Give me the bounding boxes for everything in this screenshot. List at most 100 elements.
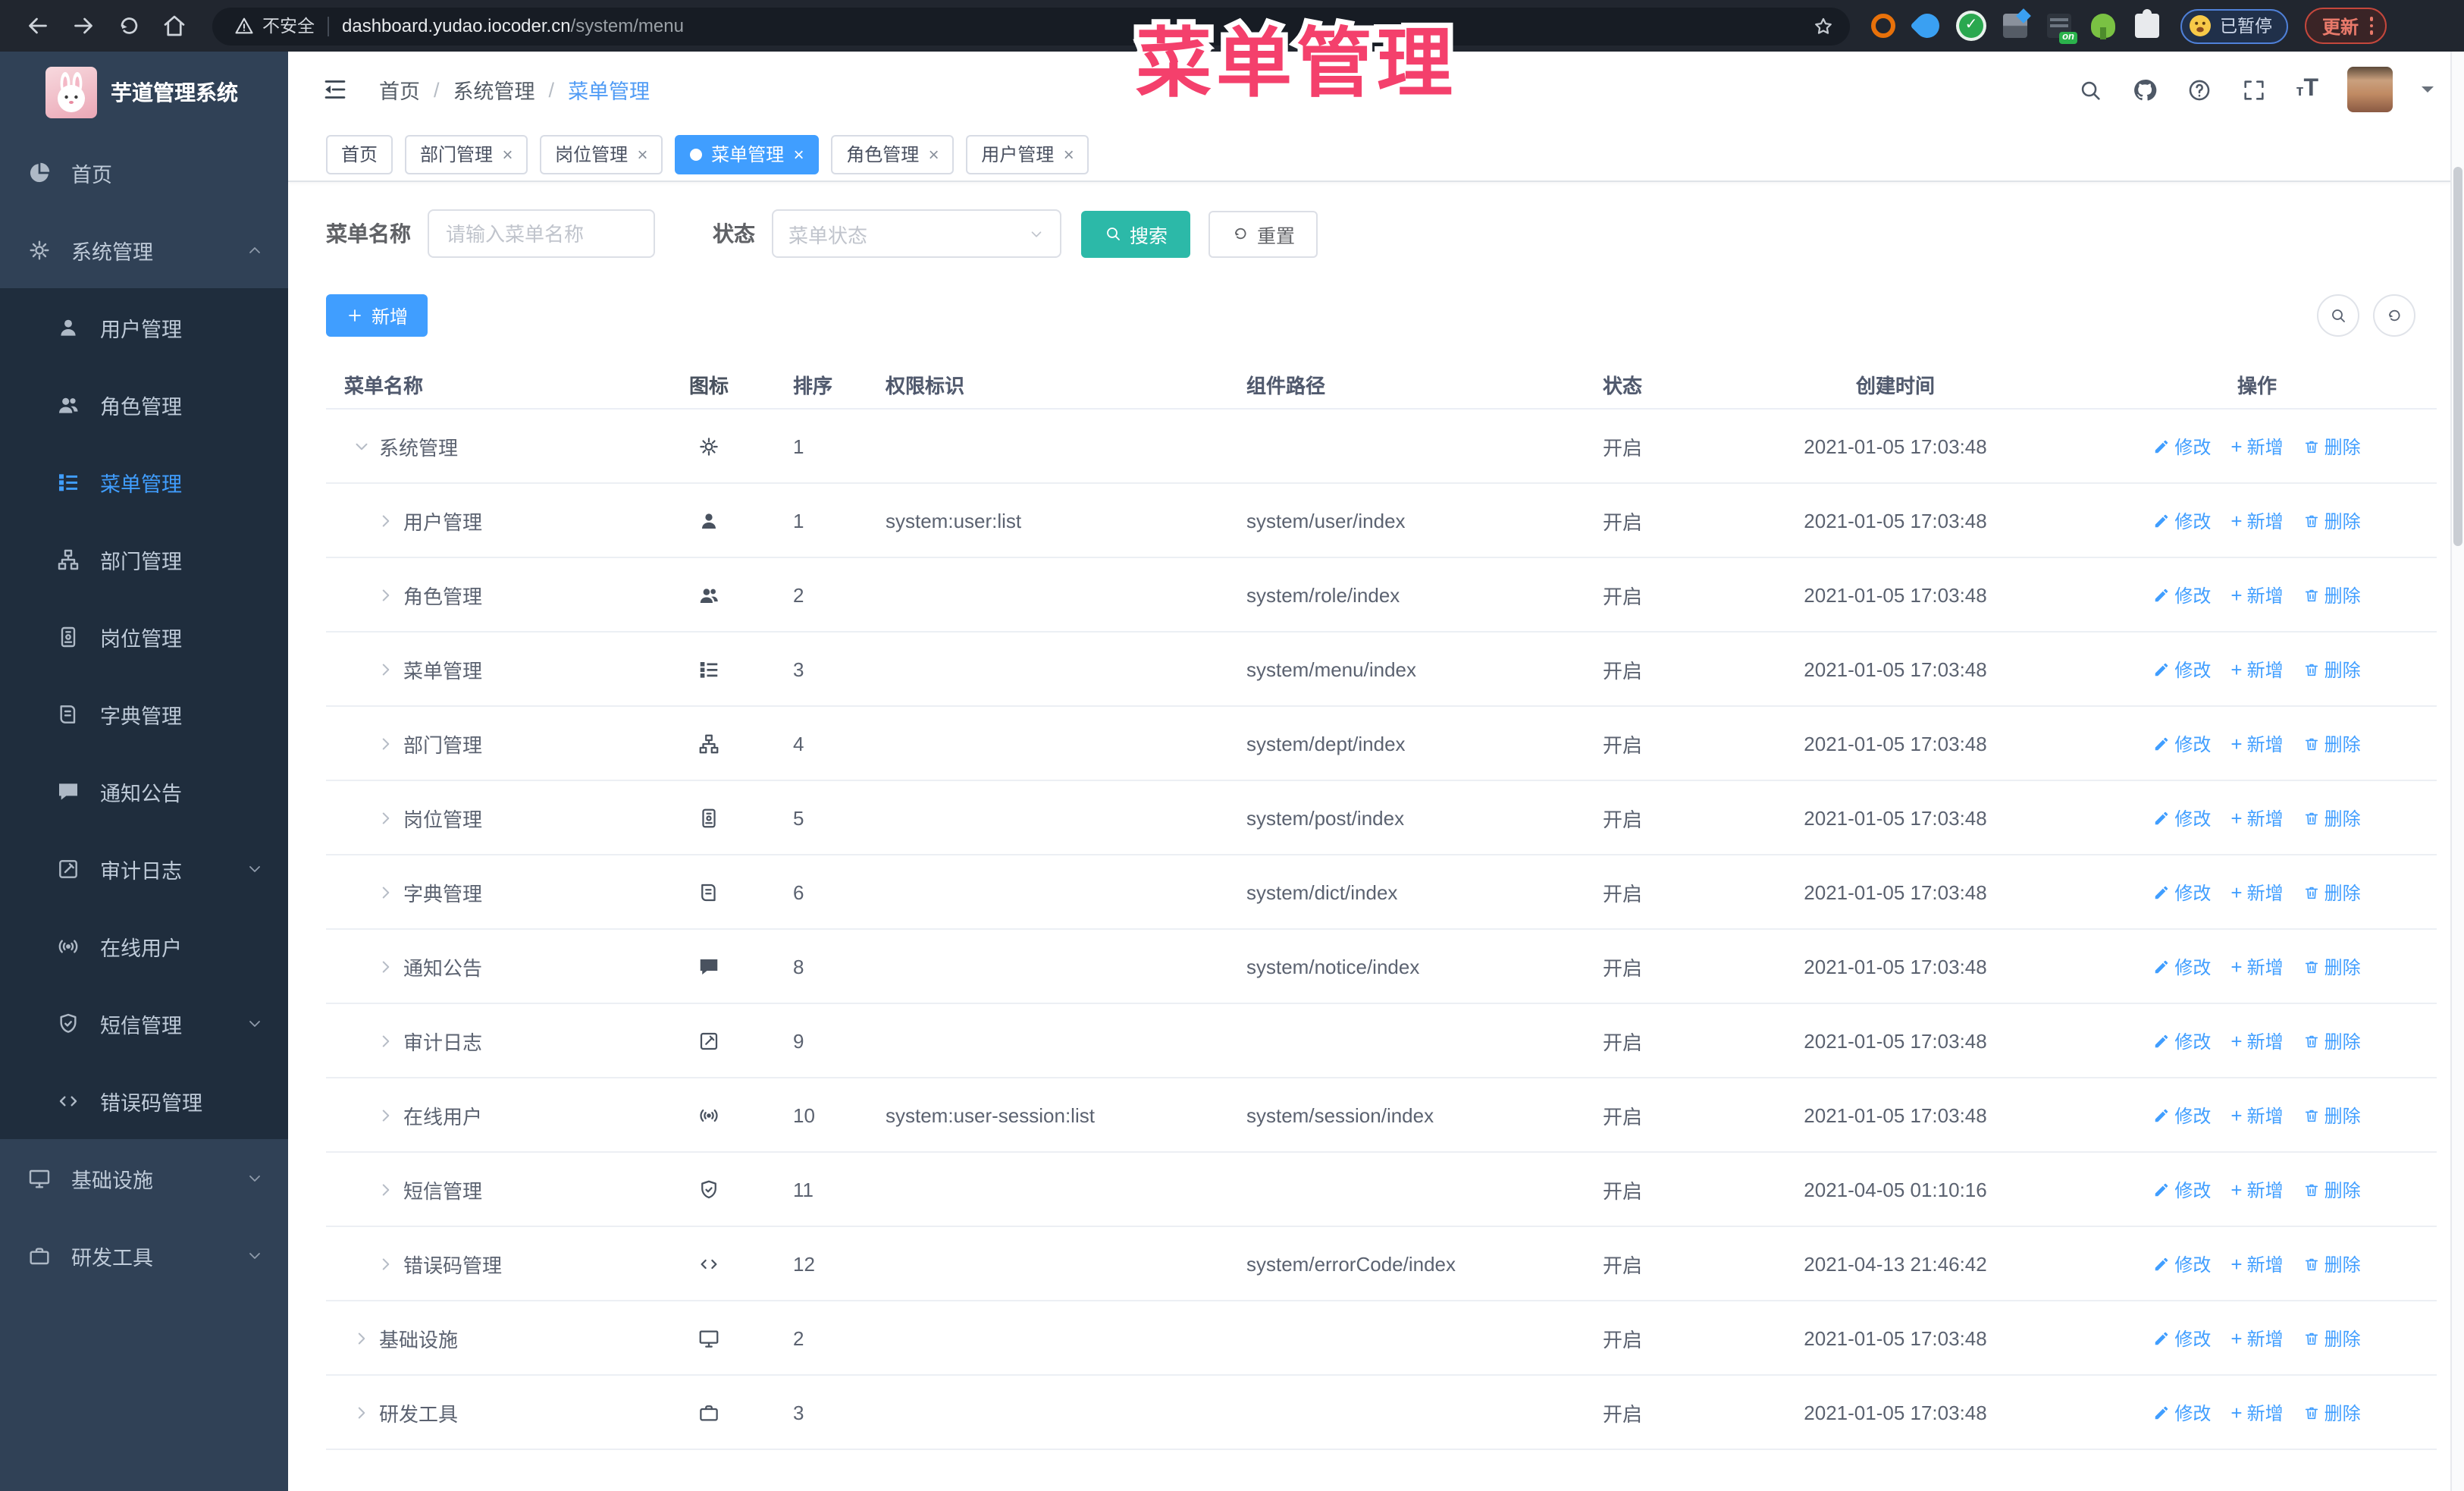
browser-menu-icon[interactable]	[2369, 17, 2374, 35]
home-icon[interactable]	[161, 12, 188, 39]
edit-link[interactable]: 修改	[2153, 1176, 2211, 1202]
expand-caret-icon[interactable]	[376, 1179, 396, 1199]
github-icon[interactable]	[2133, 77, 2158, 102]
search-button[interactable]: 搜索	[1081, 210, 1191, 257]
add-link[interactable]: + 新增	[2230, 1028, 2283, 1053]
close-icon[interactable]: ×	[502, 145, 513, 163]
sidebar-item-devtools[interactable]: 研发工具	[0, 1216, 288, 1294]
edit-link[interactable]: 修改	[2153, 1102, 2211, 1128]
add-link[interactable]: + 新增	[2230, 1325, 2283, 1351]
extension-green-check-icon[interactable]: ✓	[1959, 14, 1983, 38]
sidebar-item-home[interactable]: 首页	[0, 133, 288, 211]
extensions-puzzle-icon[interactable]	[2135, 9, 2159, 38]
add-link[interactable]: + 新增	[2230, 1251, 2283, 1276]
expand-caret-icon[interactable]	[376, 733, 396, 753]
add-link[interactable]: + 新增	[2230, 879, 2283, 905]
tab-dept[interactable]: 部门管理 ×	[405, 134, 528, 174]
forward-icon[interactable]	[70, 12, 97, 39]
avatar-caret-icon[interactable]	[2422, 86, 2434, 99]
delete-link[interactable]: 删除	[2303, 433, 2361, 459]
delete-link[interactable]: 删除	[2303, 879, 2361, 905]
delete-link[interactable]: 删除	[2303, 805, 2361, 830]
add-link[interactable]: + 新增	[2230, 730, 2283, 756]
edit-link[interactable]: 修改	[2153, 730, 2211, 756]
sidebar-item-online-users[interactable]: 在线用户	[0, 907, 288, 984]
sidebar-item-user-mgmt[interactable]: 用户管理	[0, 288, 288, 366]
expand-caret-icon[interactable]	[376, 808, 396, 827]
delete-link[interactable]: 删除	[2303, 1251, 2361, 1276]
tab-home[interactable]: 首页	[326, 134, 393, 174]
menu-name-input[interactable]	[428, 209, 655, 258]
extension-server-icon[interactable]: on	[2047, 14, 2077, 44]
edit-link[interactable]: 修改	[2153, 1325, 2211, 1351]
add-link[interactable]: + 新增	[2230, 507, 2283, 533]
edit-link[interactable]: 修改	[2153, 1251, 2211, 1276]
font-size-icon[interactable]: тT	[2296, 77, 2318, 102]
sidebar-item-dict-mgmt[interactable]: 字典管理	[0, 675, 288, 752]
refresh-table-button[interactable]	[2373, 294, 2415, 337]
expand-caret-icon[interactable]	[352, 1402, 371, 1422]
tab-menu[interactable]: 菜单管理 ×	[675, 134, 820, 174]
sidebar-item-infra[interactable]: 基础设施	[0, 1139, 288, 1216]
edit-link[interactable]: 修改	[2153, 1028, 2211, 1053]
profile-paused-badge[interactable]: 已暂停	[2180, 8, 2287, 43]
delete-link[interactable]: 删除	[2303, 1176, 2361, 1202]
delete-link[interactable]: 删除	[2303, 1325, 2361, 1351]
edit-link[interactable]: 修改	[2153, 953, 2211, 979]
expand-caret-icon[interactable]	[376, 1031, 396, 1050]
close-icon[interactable]: ×	[928, 145, 939, 163]
expand-caret-icon[interactable]	[352, 1328, 371, 1348]
avatar[interactable]	[2347, 67, 2393, 112]
add-link[interactable]: + 新增	[2230, 582, 2283, 607]
delete-link[interactable]: 删除	[2303, 953, 2361, 979]
delete-link[interactable]: 删除	[2303, 1399, 2361, 1425]
delete-link[interactable]: 删除	[2303, 507, 2361, 533]
reload-icon[interactable]	[115, 12, 143, 39]
delete-link[interactable]: 删除	[2303, 730, 2361, 756]
add-link[interactable]: + 新增	[2230, 1176, 2283, 1202]
search-icon[interactable]	[2078, 77, 2104, 102]
expand-caret-icon[interactable]	[376, 1254, 396, 1273]
edit-link[interactable]: 修改	[2153, 507, 2211, 533]
expand-caret-icon[interactable]	[376, 882, 396, 902]
edit-link[interactable]: 修改	[2153, 1399, 2211, 1425]
edit-link[interactable]: 修改	[2153, 433, 2211, 459]
tab-user[interactable]: 用户管理 ×	[966, 134, 1089, 174]
edit-link[interactable]: 修改	[2153, 656, 2211, 682]
sidebar-item-audit-log[interactable]: 审计日志	[0, 830, 288, 907]
add-link[interactable]: + 新增	[2230, 953, 2283, 979]
extension-orange-icon[interactable]	[1871, 14, 1895, 38]
delete-link[interactable]: 删除	[2303, 656, 2361, 682]
expand-caret-icon[interactable]	[376, 510, 396, 530]
delete-link[interactable]: 删除	[2303, 582, 2361, 607]
edit-link[interactable]: 修改	[2153, 879, 2211, 905]
tab-post[interactable]: 岗位管理 ×	[540, 134, 663, 174]
toggle-search-button[interactable]	[2317, 294, 2359, 337]
expand-caret-icon[interactable]	[352, 436, 371, 456]
add-link[interactable]: + 新增	[2230, 1399, 2283, 1425]
extension-key-icon[interactable]	[2091, 14, 2115, 39]
expand-caret-icon[interactable]	[376, 585, 396, 604]
help-icon[interactable]	[2187, 77, 2213, 102]
add-link[interactable]: + 新增	[2230, 433, 2283, 459]
close-icon[interactable]: ×	[793, 145, 804, 163]
url-bar[interactable]: 不安全 dashboard.yudao.iocoder.cn/system/me…	[212, 7, 1850, 45]
status-select[interactable]: 菜单状态	[772, 209, 1061, 258]
close-icon[interactable]: ×	[637, 145, 647, 163]
sidebar-item-menu-mgmt[interactable]: 菜单管理	[0, 443, 288, 520]
bookmark-star-icon[interactable]	[1812, 14, 1835, 37]
close-icon[interactable]: ×	[1063, 145, 1074, 163]
back-icon[interactable]	[24, 12, 52, 39]
delete-link[interactable]: 删除	[2303, 1102, 2361, 1128]
extension-grid-icon[interactable]	[2003, 14, 2027, 38]
sidebar-item-system[interactable]: 系统管理	[0, 211, 288, 288]
sidebar-item-post-mgmt[interactable]: 岗位管理	[0, 598, 288, 675]
sidebar-item-role-mgmt[interactable]: 角色管理	[0, 366, 288, 443]
breadcrumb-home[interactable]: 首页	[379, 74, 420, 105]
extension-blue-icon[interactable]	[1910, 8, 1945, 43]
collapse-sidebar-icon[interactable]	[321, 76, 349, 103]
sidebar-item-errorcode-mgmt[interactable]: 错误码管理	[0, 1062, 288, 1139]
browser-update-button[interactable]: 更新	[2304, 8, 2387, 44]
expand-caret-icon[interactable]	[376, 659, 396, 679]
sidebar-item-dept-mgmt[interactable]: 部门管理	[0, 520, 288, 598]
